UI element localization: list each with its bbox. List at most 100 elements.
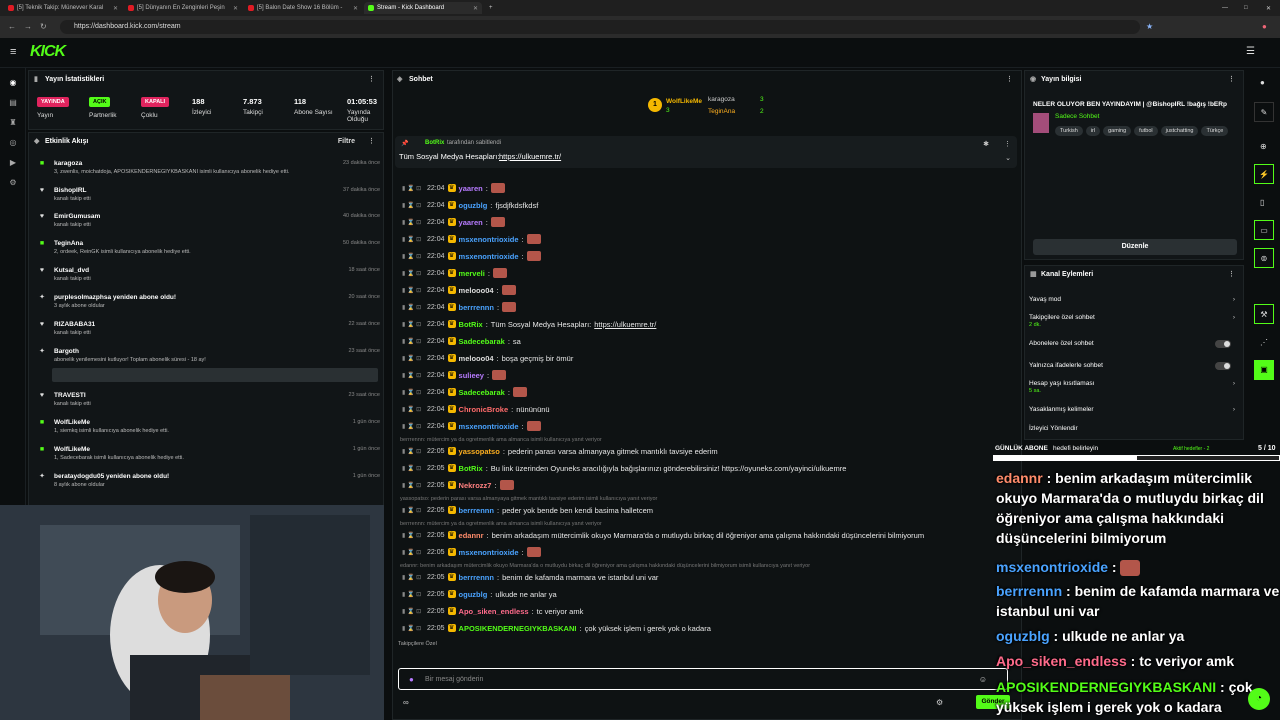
activity-name[interactable]: TRAVESTI — [38, 392, 380, 399]
close-icon[interactable]: ✕ — [113, 5, 118, 12]
mod-actions-icon[interactable]: ▮ ⌛ ⊡ — [402, 574, 424, 581]
message-link[interactable]: https://ulkuemre.tr/ — [594, 320, 656, 329]
mod-actions-icon[interactable]: ▮ ⌛ ⊡ — [402, 321, 424, 328]
more-icon[interactable]: ⋮ — [1004, 140, 1011, 148]
trophy-icon[interactable]: ♜ — [8, 118, 18, 128]
profile-icon[interactable]: ● — [1262, 22, 1267, 31]
channel-action-item[interactable]: Abonelere özel sohbet — [1029, 340, 1239, 348]
mod-actions-icon[interactable]: ▮ ⌛ ⊡ — [402, 591, 424, 598]
chat-username[interactable]: berrrennn — [459, 573, 494, 582]
mod-actions-icon[interactable]: ▮ ⌛ ⊡ — [402, 372, 424, 379]
activity-name[interactable]: purplesolmazphsa yeniden abone oldu! — [38, 294, 380, 301]
wrench-icon[interactable]: ⚒ — [1254, 304, 1274, 324]
activity-name[interactable]: BishopIRL — [38, 187, 380, 194]
more-icon[interactable]: ⋮ — [368, 75, 375, 83]
mod-actions-icon[interactable]: ▮ ⌛ ⊡ — [402, 406, 424, 413]
activity-name[interactable]: RIZABABA31 — [38, 321, 380, 328]
activity-name[interactable]: karagoza — [38, 160, 380, 167]
channel-action-item[interactable]: Yasaklanmış kelimeler › — [1029, 406, 1239, 413]
chat-bubble-icon[interactable]: ▭ — [1254, 220, 1274, 240]
info-icon[interactable]: ● — [1260, 78, 1265, 87]
chevron-down-icon[interactable]: ⌄ — [1005, 154, 1011, 162]
mod-actions-icon[interactable]: ▮ ⌛ ⊡ — [402, 185, 424, 192]
mic-icon[interactable]: ● — [409, 675, 414, 684]
star-icon[interactable]: ★ — [1146, 22, 1153, 31]
close-icon[interactable]: ✕ — [233, 5, 238, 12]
chat-username[interactable]: melooo04 — [459, 286, 494, 295]
chat-username[interactable]: Sadecebarak — [459, 388, 505, 397]
maximize-icon[interactable]: □ — [1240, 2, 1252, 14]
chat-username[interactable]: Apo_siken_endless — [459, 607, 529, 616]
activity-name[interactable]: WolfLikeMe — [38, 446, 380, 453]
mod-actions-icon[interactable]: ▮ ⌛ ⊡ — [402, 549, 424, 556]
mod-actions-icon[interactable]: ▮ ⌛ ⊡ — [402, 465, 424, 472]
channel-action-item[interactable]: Yalnızca ifadelerle sohbet — [1029, 362, 1239, 370]
crosshair-icon[interactable]: ⊕ — [1260, 142, 1267, 151]
channel-action-item[interactable]: Takipçilere özel sohbet 2 dk. › — [1029, 314, 1239, 328]
activity-name[interactable]: TeginAna — [38, 240, 380, 247]
chat-username[interactable]: msxenontrioxide — [459, 235, 519, 244]
activity-name[interactable]: EmirGumusam — [38, 213, 380, 220]
chat-username[interactable]: Nekrozz7 — [459, 481, 492, 490]
activity-name[interactable]: WolfLikeMe — [38, 419, 380, 426]
mod-actions-icon[interactable]: ▮ ⌛ ⊡ — [402, 253, 424, 260]
toggle-switch[interactable] — [1215, 340, 1231, 348]
mod-actions-icon[interactable]: ▮ ⌛ ⊡ — [402, 219, 424, 226]
mod-actions-icon[interactable]: ▮ ⌛ ⊡ — [402, 507, 424, 514]
mod-actions-icon[interactable]: ▮ ⌛ ⊡ — [402, 270, 424, 277]
lightning-icon[interactable]: ⚡ — [1254, 164, 1274, 184]
more-icon[interactable]: ⋮ — [1228, 75, 1235, 83]
dashboard-icon[interactable]: ▤ — [8, 98, 18, 108]
chat-username[interactable]: APOSIKENDERNEGIYKBASKANI — [459, 624, 577, 633]
new-tab-button[interactable]: + — [485, 2, 497, 14]
activity-name[interactable]: Bargoth — [38, 348, 380, 355]
stream-icon[interactable]: ◉ — [8, 78, 18, 88]
chat-username[interactable]: msxenontrioxide — [459, 548, 519, 557]
browser-tab-active[interactable]: Stream - Kick Dashboard ✕ — [364, 2, 482, 14]
more-icon[interactable]: ⋮ — [1228, 270, 1235, 278]
activity-name[interactable]: berataydogdu05 yeniden abone oldu! — [38, 473, 380, 480]
mod-actions-icon[interactable]: ▮ ⌛ ⊡ — [402, 625, 424, 632]
pencil-icon[interactable]: ✎ — [1254, 102, 1274, 122]
mod-actions-icon[interactable]: ▮ ⌛ ⊡ — [402, 448, 424, 455]
mod-actions-icon[interactable]: ▮ ⌛ ⊡ — [402, 304, 424, 311]
user-menu-icon[interactable]: ☰ — [1246, 46, 1255, 57]
back-icon[interactable]: ← — [8, 22, 16, 31]
mod-actions-icon[interactable]: ▮ ⌛ ⊡ — [402, 482, 424, 489]
reply-context[interactable]: yassopatso: pederin parası varsa almanya… — [400, 496, 657, 502]
settings-icon[interactable]: ⚙ — [8, 178, 18, 188]
menu-icon[interactable]: ≡ — [10, 46, 16, 58]
help-chat-icon[interactable]: ◔ — [1248, 688, 1270, 710]
reload-icon[interactable]: ↻ — [40, 22, 47, 31]
community-icon[interactable]: ◎ — [8, 138, 18, 148]
toggle-switch[interactable] — [1215, 362, 1231, 370]
chat-username[interactable]: BotRix — [459, 464, 483, 473]
browser-tab[interactable]: [5] Dünyanın En Zenginleri Peşin ✕ — [124, 2, 242, 14]
share-icon[interactable]: ⋰ — [1260, 338, 1268, 347]
kick-logo[interactable]: KICK — [30, 43, 66, 61]
leader-name[interactable]: TeginAna — [708, 108, 735, 115]
close-icon[interactable]: ✕ — [353, 5, 358, 12]
chat-username[interactable]: msxenontrioxide — [459, 252, 519, 261]
filter-button[interactable]: Filtre — [338, 138, 355, 145]
chat-username[interactable]: merveli — [459, 269, 485, 278]
mod-actions-icon[interactable]: ▮ ⌛ ⊡ — [402, 202, 424, 209]
chat-username[interactable]: yaaren — [459, 218, 483, 227]
activity-name[interactable]: Kutsal_dvd — [38, 267, 380, 274]
category-name[interactable]: Sadece Sohbet — [1055, 113, 1099, 120]
emote-icon[interactable]: ☺ — [979, 675, 987, 684]
close-icon[interactable]: ✕ — [473, 5, 478, 12]
browser-tab[interactable]: [5] Teknik Takip: Münevver Karal ✕ — [4, 2, 122, 14]
more-icon[interactable]: ⋮ — [368, 137, 375, 145]
pinned-link[interactable]: https://ulkuemre.tr/ — [499, 152, 561, 161]
chat-input[interactable]: ● Bir mesaj gönderin ☺ — [398, 668, 1008, 690]
video-icon[interactable]: ▶ — [8, 158, 18, 168]
reply-context[interactable]: edannr: benim arkadaşım mütercimlik okuy… — [400, 563, 810, 569]
forward-icon[interactable]: → — [24, 22, 32, 31]
chat-username[interactable]: ChronicBroke — [459, 405, 509, 414]
channel-action-item[interactable]: Yavaş mod › — [1029, 296, 1239, 303]
edit-button[interactable]: Düzenle — [1033, 239, 1237, 255]
mod-actions-icon[interactable]: ▮ ⌛ ⊡ — [402, 355, 424, 362]
mod-actions-icon[interactable]: ▮ ⌛ ⊡ — [402, 608, 424, 615]
chat-username[interactable]: oguzblg — [459, 201, 488, 210]
